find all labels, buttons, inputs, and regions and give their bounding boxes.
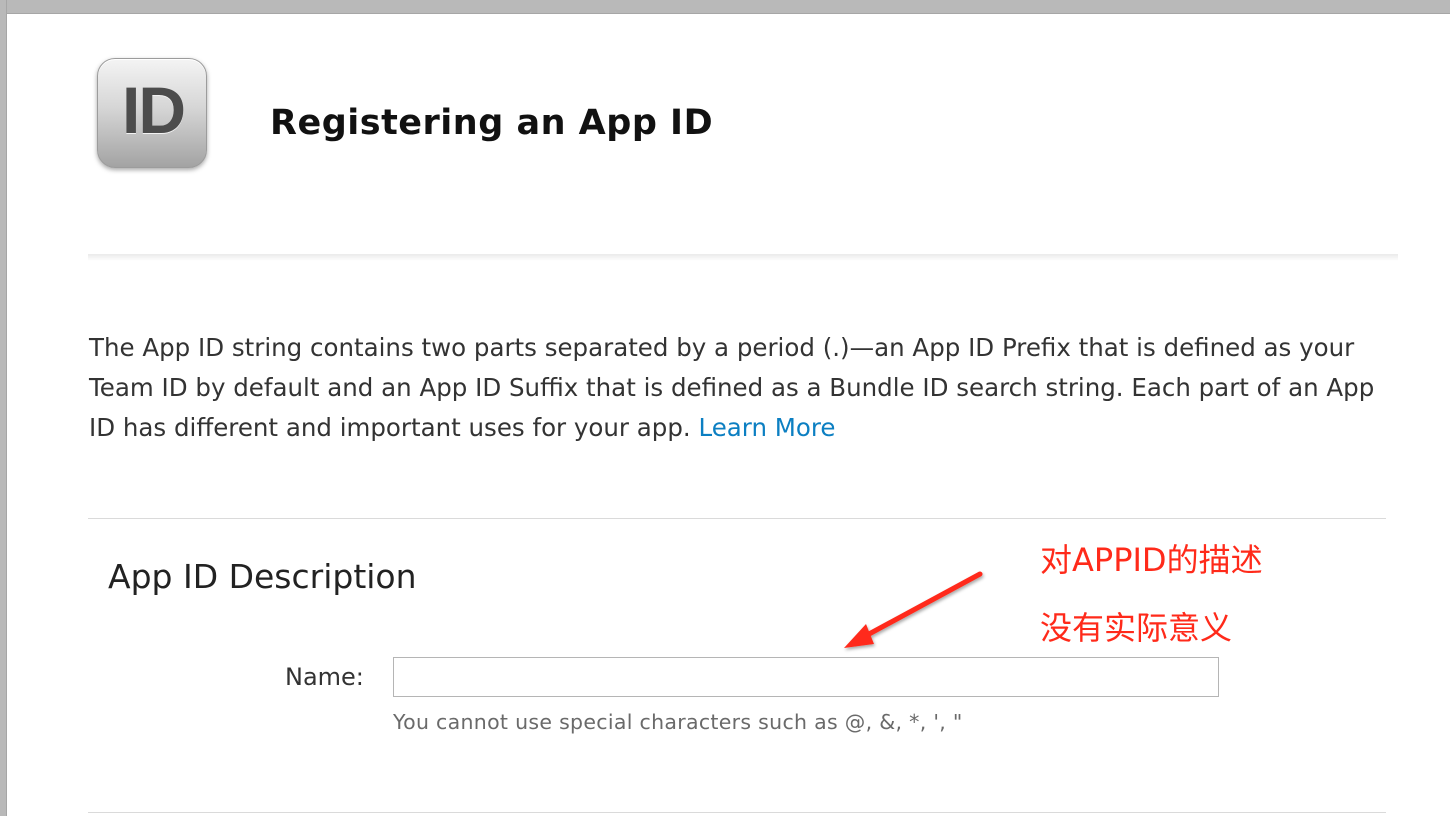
- page: ID Registering an App ID The App ID stri…: [0, 0, 1450, 816]
- section-divider-bottom: [88, 812, 1386, 813]
- header-divider: [88, 254, 1398, 261]
- window-left-border: [0, 0, 7, 816]
- section-title-app-id-description: App ID Description: [108, 557, 417, 596]
- window-top-border: [0, 0, 1450, 14]
- name-field-label: Name:: [285, 663, 364, 691]
- app-id-icon: ID: [97, 58, 207, 168]
- annotation-arrow-icon: [844, 571, 983, 648]
- annotation-line-1: 对APPID的描述: [1040, 541, 1263, 579]
- intro-paragraph: The App ID string contains two parts sep…: [89, 328, 1389, 448]
- annotation-line-2: 没有实际意义: [1040, 609, 1233, 647]
- name-input[interactable]: [393, 657, 1219, 697]
- learn-more-link[interactable]: Learn More: [699, 413, 836, 442]
- app-id-icon-label: ID: [122, 73, 186, 147]
- page-title: Registering an App ID: [270, 103, 714, 143]
- section-divider-top: [88, 518, 1386, 519]
- name-field-hint: You cannot use special characters such a…: [393, 710, 963, 734]
